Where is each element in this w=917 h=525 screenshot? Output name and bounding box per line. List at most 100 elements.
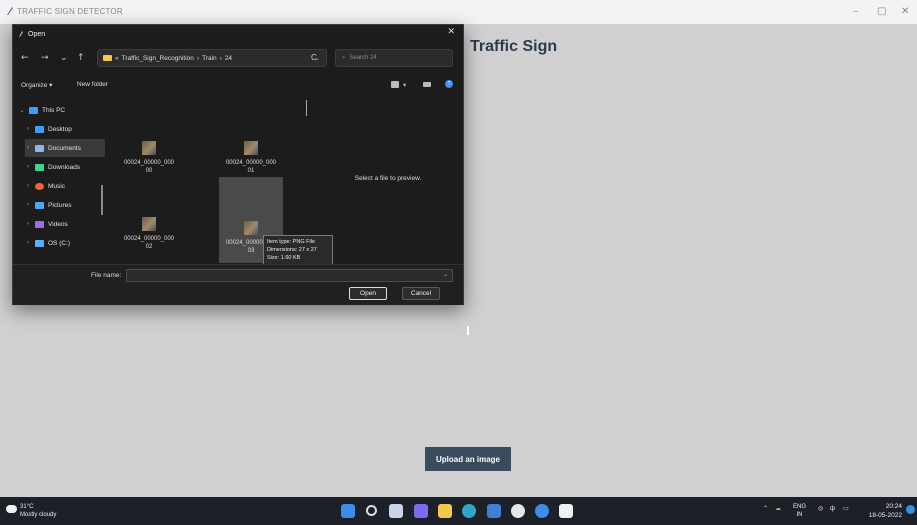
file-name: 00024_00000_000 01 — [225, 160, 277, 174]
clock[interactable]: 20:24 18-05-2022 — [862, 502, 902, 520]
maximize-button[interactable]: ▢ — [877, 6, 886, 17]
chat-icon[interactable] — [414, 504, 428, 518]
folder-icon — [103, 55, 112, 61]
sidebar-item-label: Desktop — [48, 125, 72, 133]
forward-icon[interactable]: → — [41, 53, 49, 63]
close-button[interactable]: ✕ — [901, 6, 909, 17]
volume-icon[interactable]: ф — [830, 505, 835, 513]
image-thumbnail — [142, 217, 156, 231]
file-name: 00024_00000_000 02 — [123, 236, 175, 250]
file-name-label: File name: — [91, 272, 122, 279]
chevron-down-icon[interactable]: ⌄ — [19, 107, 25, 114]
image-thumbnail — [244, 221, 258, 235]
language-indicator[interactable]: ENG IN — [793, 503, 806, 519]
weather-widget[interactable]: 31°C Mostly cloudy — [20, 503, 56, 519]
preview-pane-icon[interactable] — [423, 82, 431, 87]
file-tooltip: Item type: PNG File Dimensions: 27 x 27 … — [263, 235, 333, 265]
organize-button[interactable]: Organize ▾ — [21, 81, 52, 89]
app-icon[interactable] — [511, 504, 525, 518]
dialog-title: Open — [28, 30, 46, 38]
chevron-right-icon[interactable]: › — [25, 240, 31, 246]
sidebar-item-desktop[interactable]: › Desktop — [25, 120, 113, 138]
breadcrumb-prefix: « — [115, 54, 119, 62]
address-bar[interactable]: « Traffic_Sign_Recognition › Train › 24 … — [97, 49, 327, 67]
file-item[interactable]: 00024_00000_000 01 — [219, 137, 283, 177]
network-icon[interactable]: ◎ — [818, 505, 823, 513]
upload-image-button[interactable]: Upload an image — [425, 447, 511, 471]
search-icon[interactable] — [366, 505, 377, 516]
notification-icon[interactable] — [906, 505, 915, 514]
file-item[interactable]: 00024_00000_000 00 — [117, 137, 181, 177]
time: 20:24 — [885, 503, 902, 510]
cancel-button[interactable]: Cancel — [402, 287, 440, 300]
chevron-right-icon[interactable]: › — [25, 145, 31, 151]
image-thumbnail — [142, 141, 156, 155]
breadcrumb-item[interactable]: Traffic_Sign_Recognition — [122, 55, 194, 62]
recent-locations-icon[interactable]: ⌄ — [60, 53, 68, 63]
file-explorer-icon[interactable] — [438, 504, 452, 518]
sidebar-item-music[interactable]: › Music — [25, 177, 113, 195]
battery-icon[interactable]: ▭ — [843, 505, 849, 513]
breadcrumb-item[interactable]: 24 — [225, 55, 232, 62]
sidebar-item-label: Pictures — [48, 201, 72, 209]
dialog-toolbar: Organize ▾ New folder ▾ — [13, 75, 463, 95]
music-icon — [35, 182, 44, 190]
chevron-up-icon[interactable]: ⌃ — [763, 505, 768, 513]
file-name-input[interactable]: ⌄ — [126, 269, 453, 282]
breadcrumb-separator: › — [219, 54, 222, 62]
tooltip-dimensions: Dimensions: 27 x 27 — [267, 247, 317, 253]
store-icon[interactable] — [487, 504, 501, 518]
drive-icon — [35, 239, 44, 247]
temperature: 31°C — [20, 504, 34, 510]
breadcrumb-separator: › — [196, 54, 200, 62]
sidebar-item-label: Videos — [48, 220, 68, 228]
page-title: Traffic Sign — [470, 38, 558, 55]
chevron-right-icon[interactable]: › — [25, 183, 31, 189]
sidebar-item-videos[interactable]: › Videos — [25, 215, 113, 233]
tooltip-type: Item type: PNG File — [267, 239, 315, 245]
minimize-button[interactable]: – — [853, 6, 858, 17]
sidebar-item-pictures[interactable]: › Pictures — [25, 196, 113, 214]
chrome-icon[interactable] — [535, 504, 549, 518]
help-icon[interactable]: ? — [445, 80, 453, 88]
back-icon[interactable]: ← — [21, 53, 29, 63]
pane-divider[interactable] — [306, 100, 307, 116]
sidebar-item-this-pc[interactable]: ⌄ This PC — [19, 101, 107, 119]
dialog-footer: File name: ⌄ Open Cancel — [13, 264, 463, 305]
feather-icon — [7, 7, 13, 15]
edge-icon[interactable] — [462, 504, 476, 518]
task-view-icon[interactable] — [389, 504, 403, 518]
sidebar-item-downloads[interactable]: › Downloads — [25, 158, 113, 176]
start-icon[interactable] — [341, 504, 355, 518]
app-title: TRAFFIC SIGN DETECTOR — [17, 7, 123, 16]
refresh-icon[interactable]: C — [311, 53, 317, 62]
change-view-icon[interactable] — [391, 81, 399, 88]
file-item[interactable]: 00024_00000_000 02 — [117, 213, 181, 253]
desktop-icon — [35, 125, 44, 133]
dialog-close-button[interactable]: ✕ — [447, 26, 455, 37]
python-icon[interactable] — [559, 504, 573, 518]
chevron-right-icon[interactable]: › — [25, 164, 31, 170]
videos-icon — [35, 220, 44, 228]
sidebar-item-os-drive[interactable]: › OS (C:) — [25, 234, 113, 252]
sidebar-scrollbar[interactable] — [101, 185, 103, 215]
sidebar-item-label: Documents — [48, 144, 81, 152]
taskbar: 31°C Mostly cloudy ⌃ ☁ ENG IN ◎ ф ▭ 20:2… — [0, 497, 917, 525]
onedrive-icon[interactable]: ☁ — [775, 505, 781, 513]
chevron-right-icon[interactable]: › — [25, 126, 31, 132]
sidebar-item-label: Music — [48, 182, 65, 190]
new-folder-button[interactable]: New folder — [77, 81, 108, 88]
view-options-icon[interactable]: ▾ — [403, 81, 406, 89]
breadcrumb-item[interactable]: Train — [202, 55, 217, 62]
navigation-pane: ⌄ This PC › Desktop › Documents › Downlo… — [13, 95, 108, 265]
search-input[interactable]: ⌕ Search 24 — [335, 49, 453, 67]
sidebar-item-label: OS (C:) — [48, 239, 71, 247]
up-folder-icon[interactable]: ↑ — [77, 53, 85, 63]
pictures-icon — [35, 201, 44, 209]
chevron-down-icon[interactable]: ⌄ — [443, 271, 448, 278]
chevron-right-icon[interactable]: › — [25, 221, 31, 227]
sidebar-item-documents[interactable]: › Documents — [25, 139, 105, 157]
region: IN — [796, 512, 803, 518]
chevron-right-icon[interactable]: › — [25, 202, 31, 208]
open-button[interactable]: Open — [349, 287, 387, 300]
